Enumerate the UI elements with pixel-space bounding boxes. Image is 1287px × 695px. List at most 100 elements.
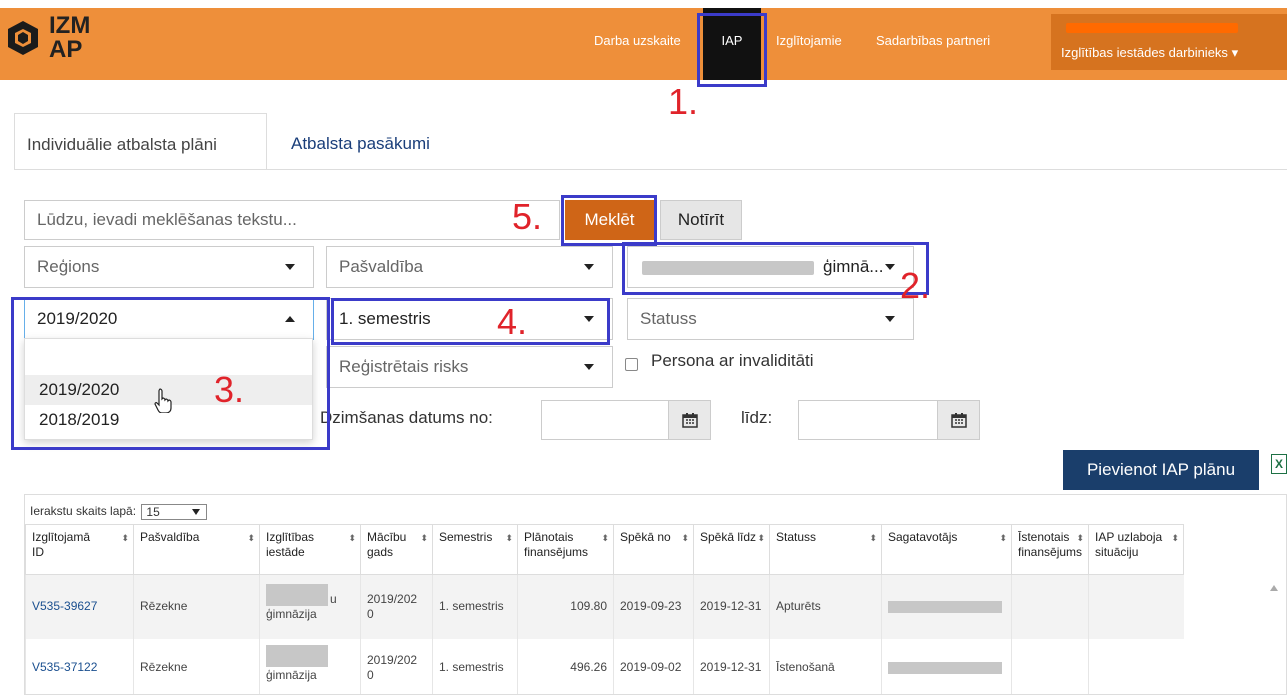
birthdate-from-calendar-button[interactable] [669,400,711,440]
column-header[interactable]: Spēkā līdz ⬍ [693,524,770,575]
caret-down-icon [885,316,895,322]
column-header-line: Īstenotais [1018,530,1070,544]
birthdate-from-input[interactable] [541,400,669,440]
column-header-line: Spēkā no [620,530,671,544]
column-header[interactable]: Semestris ⬍ [432,524,518,575]
highlight-box-3 [11,297,330,450]
tab-individual-plans-label: Individuālie atbalsta plāni [27,135,217,154]
column-header[interactable]: IAP uzlaboja situāciju ⬍ [1088,524,1185,575]
sort-icon[interactable]: ⬍ [999,531,1007,546]
cell-school: ģimnāzija [259,638,361,694]
municipality-select[interactable]: Pašvaldība [326,246,613,288]
sort-icon[interactable]: ⬍ [757,531,765,546]
column-header-line: iestāde [266,545,305,559]
annotation-1: 1. [668,81,699,122]
user-role: Izglītības iestādes darbinieks [1061,45,1228,60]
column-header[interactable]: Pašvaldība ⬍ [133,524,260,575]
column-header[interactable]: Īstenotais finansējums ⬍ [1010,524,1090,575]
nav-sadarbibas-partneri[interactable]: Sadarbības partneri [876,33,990,48]
highlight-box-4 [331,298,610,345]
column-header-line: Semestris [439,530,493,544]
school-redacted [266,583,328,606]
annotation-3: 3. [214,369,245,410]
birthdate-to-calendar-button[interactable] [938,400,980,440]
sort-icon[interactable]: ⬍ [420,531,428,546]
school-name: ģimnāzija [266,606,317,621]
caret-down-icon: ▾ [1231,45,1239,60]
sort-icon[interactable]: ⬍ [869,531,877,546]
column-header[interactable]: Izglītojamā ID ⬍ [25,524,134,575]
column-header[interactable]: Izglītības iestāde ⬍ [259,524,361,575]
cell-planned-funding: 496.26 [517,638,614,694]
tab-divider [14,169,1287,170]
cell-valid-to: 2019-12-31 [693,638,770,694]
cell-actual-funding [1010,574,1089,639]
top-strip [0,0,1287,8]
top-navbar: IZM AP Darba uzskaite IAP Izglītojamie S… [0,0,1287,80]
search-placeholder: Lūdzu, ievadi meklēšanas tekstu... [37,210,297,229]
cell-semester: 1. semestris [432,638,518,694]
page-size-select[interactable]: 15 [141,504,208,520]
column-header[interactable]: Plānotais finansējums ⬍ [517,524,614,575]
search-input[interactable]: Lūdzu, ievadi meklēšanas tekstu... [24,200,560,240]
excel-export-icon[interactable]: X [1271,454,1287,474]
cell-status: Īstenošanā [769,638,882,694]
column-header[interactable]: Mācību gads ⬍ [360,524,433,575]
student-id-link[interactable]: V535-39627 [32,599,97,613]
app-logo[interactable]: IZM AP [5,12,145,72]
nav-izglitojamie[interactable]: Izglītojamie [776,33,842,48]
tab-support-measures[interactable]: Atbalsta pasākumi [291,134,430,154]
logo-icon [8,21,38,55]
table-row[interactable]: V535-37122 Rēzekne ģimnāzija 2019/202 0 1. se… [25,638,1184,694]
page-size-value: 15 [146,505,160,519]
column-header-line: Izglītojamā [32,530,91,544]
sort-icon[interactable]: ⬍ [601,531,609,546]
column-header[interactable]: Spēkā no ⬍ [613,524,694,575]
region-select[interactable]: Reģions [24,246,314,288]
sort-icon[interactable]: ⬍ [505,531,513,546]
cell-situation-improved [1088,638,1184,694]
column-header-line: gads [367,545,394,559]
sort-icon[interactable]: ⬍ [121,531,129,546]
cell-author [881,574,1012,639]
annotation-4: 4. [497,301,528,342]
user-menu[interactable]: Izglītības iestādes darbinieks ▾ [1051,14,1287,70]
tab-bar: Individuālie atbalsta plāni Atbalsta pas… [14,113,1287,170]
grid-header-row: Izglītojamā ID ⬍ Pašvaldība ⬍ Izglītības iestā… [25,524,1185,575]
cell-situation-improved [1088,574,1184,639]
school-name-tail: u [330,591,337,606]
clear-button[interactable]: Notīrīt [660,200,742,240]
add-iap-plan-button[interactable]: Pievienot IAP plānu [1063,450,1259,490]
sort-icon[interactable]: ⬍ [1076,531,1084,546]
caret-down-icon [584,264,594,270]
risk-select[interactable]: Reģistrētais risks [326,346,613,388]
column-header-line: IAP uzlaboja [1095,530,1163,544]
column-header[interactable]: Sagatavotājs ⬍ [881,524,1012,575]
tab-individual-plans[interactable]: Individuālie atbalsta plāni [14,113,267,170]
sort-icon[interactable]: ⬍ [1171,531,1179,546]
grid-table: Izglītojamā ID ⬍ Pašvaldība ⬍ Izglītības iestā… [25,524,1185,694]
column-header-line: Plānotais [524,530,574,544]
nav-darba-uzskaite[interactable]: Darba uzskaite [594,33,681,48]
disability-checkbox[interactable] [625,358,638,371]
iap-grid: Ierakstu skaits lapā: 15 Izglītojamā ID ⬍ P… [24,494,1287,695]
caret-down-icon [584,364,594,370]
scroll-up-arrow-icon[interactable] [1270,585,1278,591]
region-placeholder: Reģions [37,257,100,276]
column-header-line: ID [32,545,44,559]
birthdate-to-input[interactable] [798,400,938,440]
column-header-line: Izglītības [266,530,315,544]
column-header[interactable]: Statuss ⬍ [769,524,882,575]
status-select[interactable]: Statuss [627,298,914,340]
school-year-line: 2019/202 [367,591,418,606]
caret-down-icon [285,264,295,270]
student-id-link[interactable]: V535-37122 [32,660,97,674]
sort-icon[interactable]: ⬍ [348,531,356,546]
author-redacted [888,661,1002,674]
sort-icon[interactable]: ⬍ [247,531,255,546]
sort-icon[interactable]: ⬍ [681,531,689,546]
municipality-placeholder: Pašvaldība [339,257,424,276]
table-row[interactable]: V535-39627 Rēzekne u ģimnāzija 2019/202 0 1. s… [25,574,1184,639]
cell-status: Apturēts [769,574,882,639]
cell-municipality: Rēzekne [133,574,260,639]
